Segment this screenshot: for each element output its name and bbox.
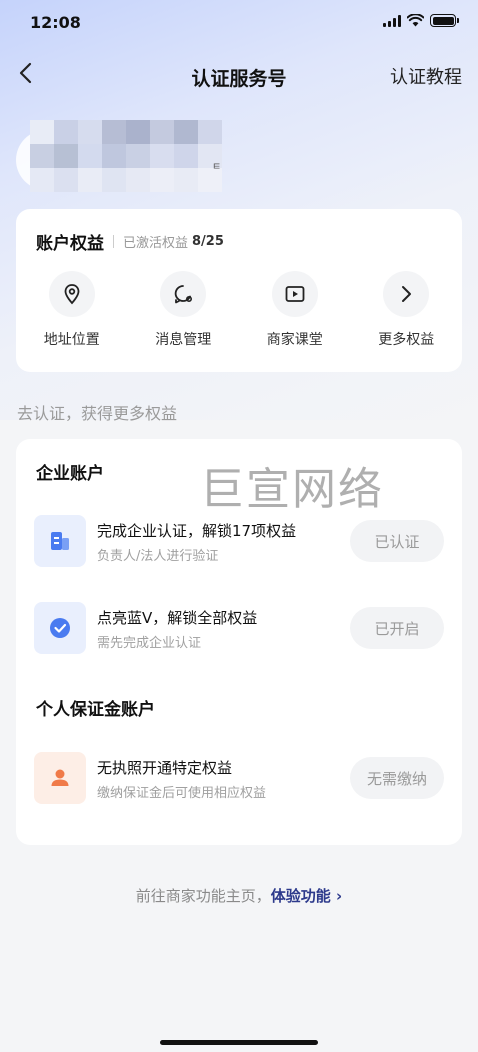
rights-item-more[interactable]: 更多权益	[351, 271, 463, 349]
row-subtitle: 负责人/法人进行验证	[97, 549, 219, 564]
rights-item-location[interactable]: 地址位置	[16, 271, 128, 349]
account-rights-card: 账户权益 已激活权益 8/25 地址位置 消息管理 商家课堂 更多权益	[16, 209, 462, 372]
watermark: 巨宣网络	[200, 464, 384, 515]
battery-icon	[430, 14, 459, 27]
row-title: 完成企业认证，解锁17项权益	[97, 522, 297, 540]
footer-text: 前往商家功能主页，	[135, 887, 271, 905]
rights-item-classroom[interactable]: 商家课堂	[239, 271, 351, 349]
row-title: 无执照开通特定权益	[97, 759, 233, 777]
enabled-button[interactable]: 已开启	[350, 607, 444, 649]
rights-header: 账户权益 已激活权益 8/25	[36, 229, 224, 254]
chevron-left-icon	[19, 62, 32, 84]
rights-item-messages[interactable]: 消息管理	[128, 271, 240, 349]
row-subtitle: 需先完成企业认证	[97, 636, 202, 651]
blue-v-row: 点亮蓝V，解锁全部权益 需先完成企业认证 已开启	[34, 602, 444, 656]
person-icon	[34, 752, 86, 804]
status-time: 12:08	[30, 13, 81, 32]
nav-bar: 认证服务号 认证教程	[0, 52, 478, 98]
divider	[113, 235, 114, 248]
profile-mark: ㅌ	[212, 162, 222, 173]
rights-grid: 地址位置 消息管理 商家课堂 更多权益	[16, 271, 462, 349]
row-title: 点亮蓝V，解锁全部权益	[97, 609, 258, 627]
profile-blurred: ㅌ	[16, 118, 226, 218]
status-icons	[383, 14, 459, 27]
rights-title: 账户权益	[36, 234, 104, 254]
message-bubble-icon	[160, 271, 207, 317]
wifi-icon	[407, 14, 424, 27]
video-play-icon	[271, 271, 318, 317]
building-icon	[34, 515, 86, 567]
signal-icon	[383, 14, 401, 27]
activated-label: 已激活权益	[123, 236, 189, 251]
rights-item-label: 地址位置	[43, 332, 100, 348]
experience-features-link[interactable]: 体验功能 ›	[271, 887, 342, 905]
location-pin-icon	[48, 271, 95, 317]
home-indicator[interactable]	[160, 1040, 318, 1045]
rights-item-label: 消息管理	[155, 332, 212, 348]
section-hint: 去认证，获得更多权益	[17, 404, 178, 423]
enterprise-title: 企业账户	[36, 464, 104, 484]
rights-item-label: 商家课堂	[266, 332, 323, 348]
status-bar: 12:08	[0, 0, 478, 46]
personal-title: 个人保证金账户	[36, 700, 155, 720]
tutorial-link[interactable]: 认证教程	[390, 63, 462, 89]
rights-item-label: 更多权益	[378, 332, 435, 348]
enterprise-cert-row: 完成企业认证，解锁17项权益 负责人/法人进行验证 已认证	[34, 515, 444, 569]
back-button[interactable]	[14, 60, 40, 86]
blurred-account-name	[30, 120, 222, 192]
footer: 前往商家功能主页，体验功能 ›	[0, 885, 478, 906]
no-payment-button[interactable]: 无需缴纳	[350, 757, 444, 799]
activated-count: 8/25	[192, 234, 224, 249]
chevron-right-icon	[383, 271, 430, 317]
certified-button[interactable]: 已认证	[350, 520, 444, 562]
blue-v-check-icon	[34, 602, 86, 654]
row-subtitle: 缴纳保证金后可使用相应权益	[97, 786, 267, 801]
deposit-row: 无执照开通特定权益 缴纳保证金后可使用相应权益 无需缴纳	[34, 752, 444, 806]
